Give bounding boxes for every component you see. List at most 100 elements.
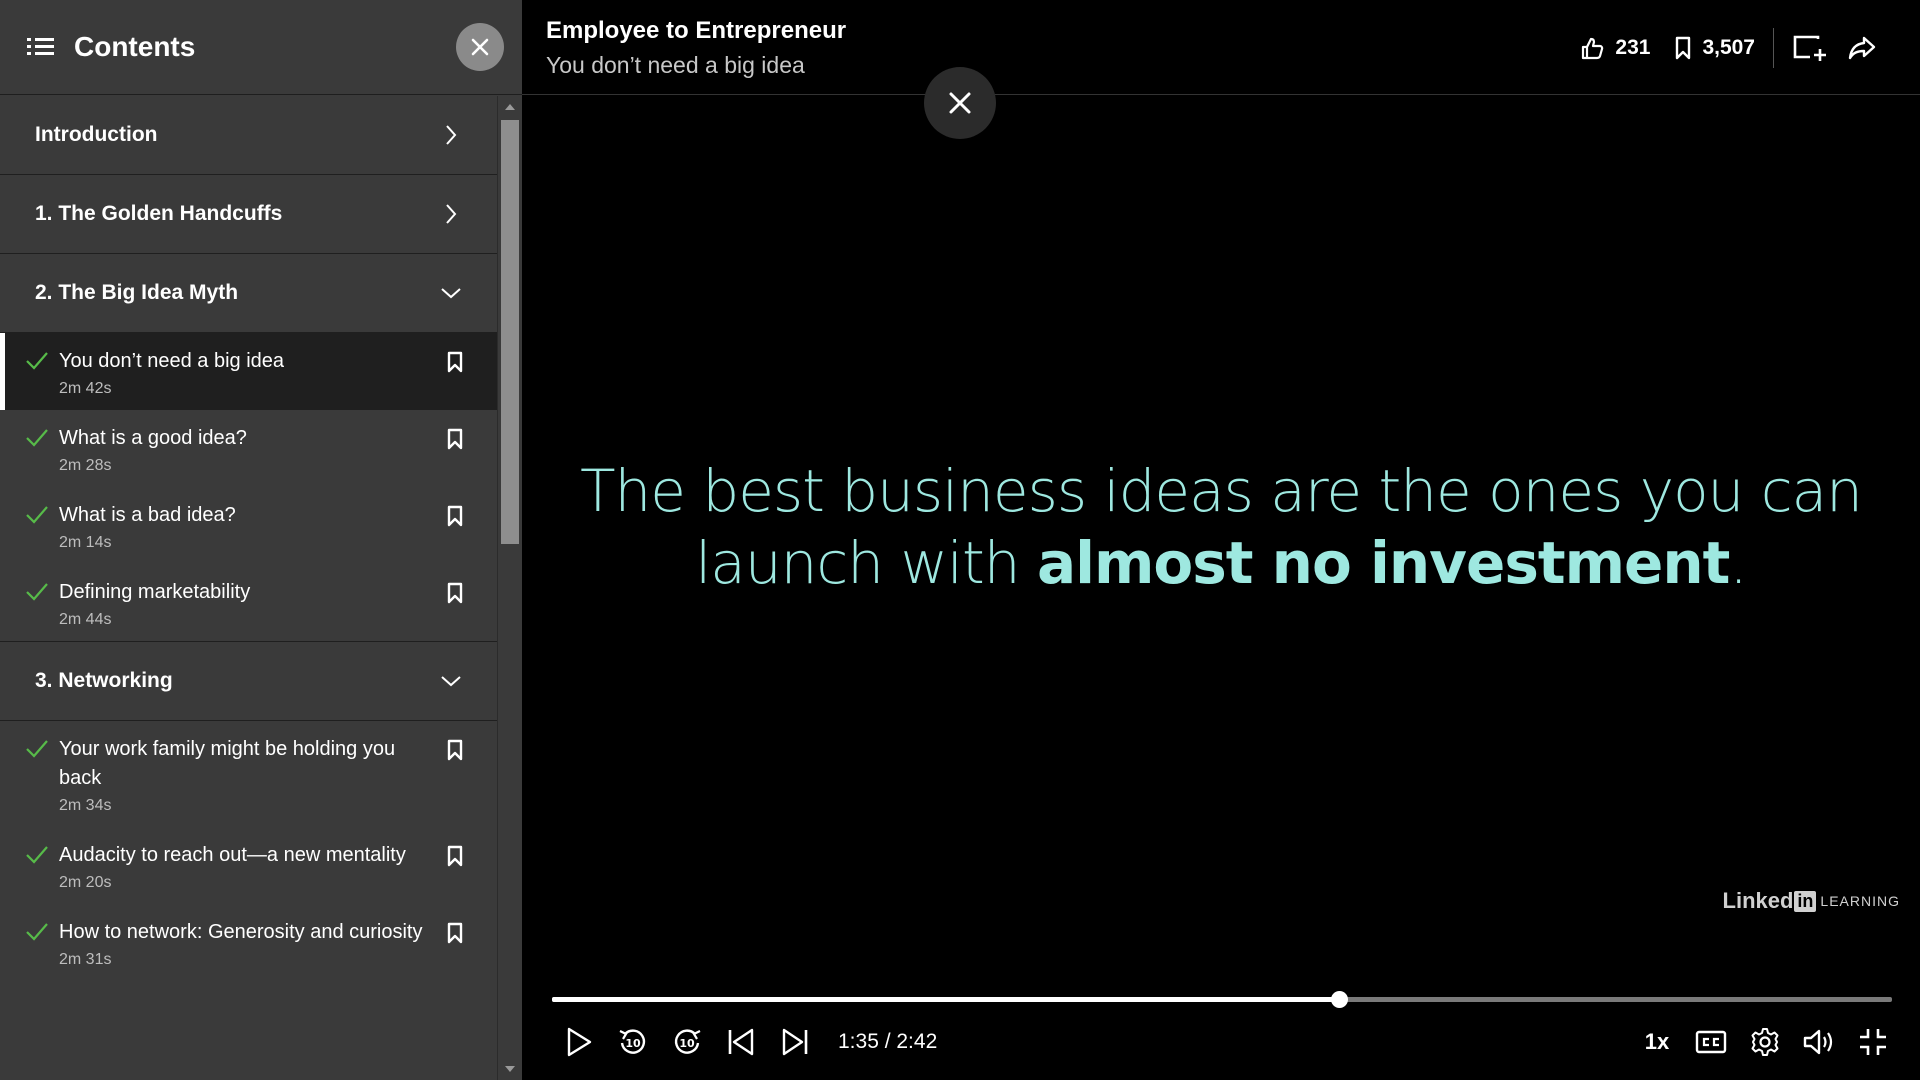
- bookmark-button[interactable]: [433, 424, 463, 475]
- volume-button[interactable]: [1792, 1020, 1846, 1064]
- add-to-collection-button[interactable]: [1792, 33, 1828, 63]
- save-button[interactable]: 3,507: [1674, 36, 1755, 60]
- sidebar-scroll-area[interactable]: Introduction 1. The Golden Handcuffs 2. …: [0, 96, 522, 1080]
- item-duration: 2m 42s: [59, 380, 112, 397]
- player-header: Employee to Entrepreneur You don’t need …: [522, 0, 1920, 95]
- chevron-right-icon: [446, 204, 457, 224]
- close-sidebar-button[interactable]: [456, 23, 504, 71]
- bookmark-button[interactable]: [433, 841, 463, 892]
- close-icon: [471, 38, 489, 56]
- bookmark-icon: [447, 739, 463, 761]
- scroll-down-arrow[interactable]: [505, 1066, 515, 1072]
- share-icon: [1848, 36, 1876, 60]
- chevron-down-icon: [441, 288, 461, 299]
- section-label: 1. The Golden Handcuffs: [35, 202, 283, 225]
- exit-fullscreen-button[interactable]: [1846, 1020, 1900, 1064]
- list-item-work-family[interactable]: Your work family might be holding you ba…: [0, 721, 497, 827]
- slide-text: The best business ideas are the ones you…: [522, 455, 1920, 599]
- list-item-what-is-a-good-idea[interactable]: What is a good idea? 2m 28s: [0, 410, 497, 487]
- captions-button[interactable]: [1684, 1020, 1738, 1064]
- playback-speed-button[interactable]: 1x: [1630, 1029, 1684, 1055]
- bookmark-button[interactable]: [433, 347, 463, 398]
- list-item-you-dont-need-a-big-idea[interactable]: You don’t need a big idea 2m 42s: [0, 333, 497, 410]
- contents-sidebar: Contents Introduction 1. The Golden Hand…: [0, 0, 522, 1080]
- check-icon: [26, 846, 48, 864]
- section-big-idea-myth[interactable]: 2. The Big Idea Myth: [0, 254, 497, 333]
- progress-bar[interactable]: [552, 991, 1892, 1008]
- sidebar-scrollbar[interactable]: [497, 96, 522, 1080]
- check-icon: [26, 583, 48, 601]
- list-item-audacity-to-reach-out[interactable]: Audacity to reach out—a new mentality 2m…: [0, 827, 497, 904]
- list-icon: [27, 38, 54, 55]
- player-controls: 10 10 1:35 / 2:42 1x: [552, 1020, 1900, 1064]
- svg-text:10: 10: [679, 1037, 695, 1050]
- player-right-controls: 1x: [1630, 1020, 1900, 1064]
- thumbs-up-icon: [1582, 37, 1604, 60]
- section-label: 2. The Big Idea Myth: [35, 281, 239, 304]
- captions-icon: [1695, 1030, 1727, 1054]
- bookmark-icon: [447, 922, 463, 944]
- bookmark-icon: [447, 351, 463, 373]
- item-duration: 2m 28s: [59, 457, 112, 474]
- previous-video-button[interactable]: [714, 1020, 768, 1064]
- section-networking[interactable]: 3. Networking: [0, 642, 497, 721]
- sidebar-title: Contents: [74, 31, 196, 62]
- item-title: Audacity to reach out—a new mentality: [59, 844, 406, 866]
- gear-icon: [1751, 1028, 1779, 1056]
- next-video-button[interactable]: [768, 1020, 822, 1064]
- item-title: What is a good idea?: [59, 427, 247, 449]
- settings-button[interactable]: [1738, 1020, 1792, 1064]
- scrollbar-thumb[interactable]: [501, 120, 519, 544]
- close-icon: [949, 92, 971, 114]
- list-item-defining-marketability[interactable]: Defining marketability 2m 44s: [0, 564, 497, 642]
- progress-fill: [552, 997, 1339, 1002]
- bookmark-icon: [447, 505, 463, 527]
- video-player: Employee to Entrepreneur You don’t need …: [522, 0, 1920, 1080]
- section-label: Introduction: [35, 123, 158, 146]
- item-title: Your work family might be holding you ba…: [59, 738, 396, 789]
- play-button[interactable]: [552, 1020, 606, 1064]
- forward-10-button[interactable]: 10: [660, 1020, 714, 1064]
- check-icon: [26, 429, 48, 447]
- item-duration: 2m 20s: [59, 874, 112, 891]
- list-item-what-is-a-bad-idea[interactable]: What is a bad idea? 2m 14s: [0, 487, 497, 564]
- check-icon: [26, 740, 48, 758]
- bookmark-icon: [447, 428, 463, 450]
- header-actions: 231 3,507: [1555, 28, 1876, 68]
- list-item-how-to-network[interactable]: How to network: Generosity and curiosity…: [0, 904, 497, 981]
- chevron-right-icon: [446, 125, 457, 145]
- like-count: 231: [1615, 36, 1651, 59]
- item-title: Defining marketability: [59, 581, 251, 603]
- close-overlay-button[interactable]: [924, 67, 996, 139]
- forward-10-icon: 10: [674, 1029, 701, 1054]
- bookmark-button[interactable]: [433, 918, 463, 969]
- skip-previous-icon: [728, 1028, 754, 1056]
- play-icon: [567, 1027, 592, 1057]
- skip-next-icon: [782, 1028, 808, 1056]
- bookmark-button[interactable]: [433, 735, 463, 815]
- check-icon: [26, 923, 48, 941]
- item-duration: 2m 34s: [59, 797, 112, 814]
- slide-emphasis: almost no investment: [1036, 529, 1730, 597]
- svg-text:10: 10: [625, 1037, 641, 1050]
- section-introduction[interactable]: Introduction: [0, 96, 497, 175]
- section-label: 3. Networking: [35, 669, 173, 692]
- exit-fullscreen-icon: [1860, 1029, 1886, 1055]
- item-title: How to network: Generosity and curiosity: [59, 921, 423, 943]
- bookmark-icon: [447, 582, 463, 604]
- like-button[interactable]: 231: [1579, 35, 1650, 61]
- progress-handle[interactable]: [1330, 991, 1348, 1008]
- item-title: You don’t need a big idea: [59, 350, 285, 372]
- item-duration: 2m 31s: [59, 951, 112, 968]
- video-title: You don’t need a big idea: [546, 52, 805, 78]
- scroll-up-arrow[interactable]: [505, 104, 515, 110]
- bookmark-button[interactable]: [433, 578, 463, 629]
- section-golden-handcuffs[interactable]: 1. The Golden Handcuffs: [0, 175, 497, 254]
- slide-line-1: The best business ideas are the ones you…: [580, 457, 1863, 525]
- rewind-10-button[interactable]: 10: [606, 1020, 660, 1064]
- bookmark-button[interactable]: [433, 501, 463, 552]
- volume-icon: [1803, 1029, 1833, 1055]
- check-icon: [26, 352, 48, 370]
- share-button[interactable]: [1848, 35, 1876, 61]
- add-to-collection-icon: [1793, 35, 1826, 61]
